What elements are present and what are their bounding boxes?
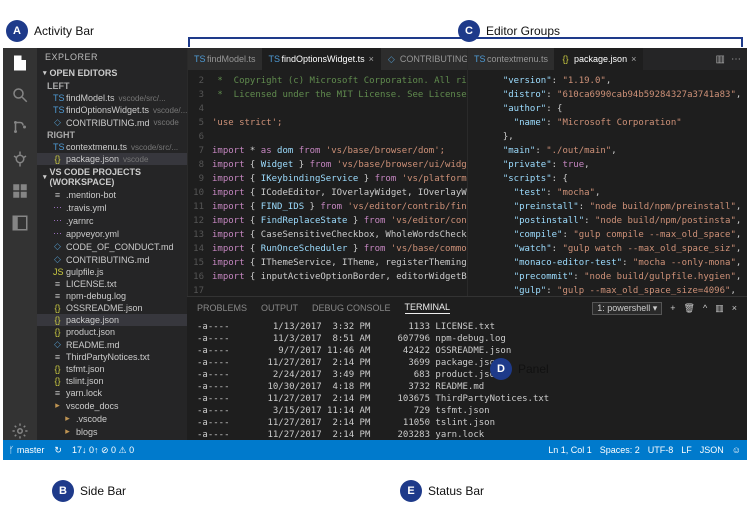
status-spaces[interactable]: Spaces: 2 [600, 445, 640, 455]
new-terminal-icon[interactable]: + [670, 303, 675, 313]
status-branch[interactable]: ᚶ master [9, 445, 44, 455]
sidebar-item[interactable]: ≡.mention-bot [37, 189, 187, 201]
sidebar-item[interactable]: ≡LICENSE.txt [37, 278, 187, 290]
callout-A: A Activity Bar [6, 20, 94, 42]
panel-close-icon[interactable]: × [732, 303, 737, 313]
terminal-output[interactable]: -a---- 1/13/2017 3:32 PM 1133 LICENSE.tx… [187, 319, 747, 440]
status-eol[interactable]: LF [681, 445, 692, 455]
sidebar-item[interactable]: ◇CONTRIBUTING.md vscode [37, 116, 187, 129]
kill-terminal-icon[interactable]: 🗑 [684, 303, 695, 314]
panel: PROBLEMS OUTPUT DEBUG CONSOLE TERMINAL 1: p… [187, 296, 747, 440]
main-area: EXPLORER OPEN EDITORS LEFT TSfindModel.t… [3, 48, 747, 440]
files-icon[interactable] [11, 54, 29, 72]
editor-tab[interactable]: TScontextmenu.ts [468, 48, 555, 70]
panel-tab[interactable]: OUTPUT [261, 303, 298, 313]
sidebar-item[interactable]: TSfindModel.ts vscode/src/... [37, 92, 187, 104]
status-enc[interactable]: UTF-8 [648, 445, 674, 455]
status-line[interactable]: Ln 1, Col 1 [548, 445, 592, 455]
callout-C: C Editor Groups [458, 20, 560, 42]
editor-tab[interactable]: TSfindModel.ts [188, 48, 263, 70]
sidebar-item[interactable]: ▸blogs [37, 425, 187, 438]
sidebar-item[interactable]: {}OSSREADME.json [37, 302, 187, 314]
sidebar-item[interactable]: ⋯.travis.yml [37, 201, 187, 214]
gear-icon[interactable] [11, 422, 29, 440]
editor-area: TSfindModel.tsTSfindOptionsWidget.ts×◇CO… [187, 48, 747, 440]
sidebar-item[interactable]: TSfindOptionsWidget.ts vscode/... [37, 104, 187, 116]
callout-B: B Side Bar [52, 480, 126, 502]
status-bar: ᚶ master ↻ 17↓ 0↑ ⊘ 0 ⚠ 0 Ln 1, Col 1 Sp… [3, 440, 747, 460]
panel-tabs: PROBLEMS OUTPUT DEBUG CONSOLE TERMINAL 1: p… [187, 297, 747, 319]
sidebar-title: EXPLORER [37, 48, 187, 66]
tab-overflow-icon[interactable]: ⋯ [731, 54, 741, 65]
tabs-right: TScontextmenu.ts{}package.json× ▥ ⋯ [468, 48, 747, 70]
callout-C-label: Editor Groups [486, 24, 560, 38]
sidebar-item[interactable]: ◇README.md [37, 338, 187, 351]
sidebar-item[interactable]: {}package.json [37, 314, 187, 326]
callout-D-label: Panel [518, 362, 549, 376]
sidebar-item[interactable]: ≡ThirdPartyNotices.txt [37, 351, 187, 363]
workspace-section[interactable]: VS CODE PROJECTS (WORKSPACE) [37, 165, 187, 189]
code-editor-left[interactable]: 2 3 4 5 6 7 8 9 10 11 12 13 14 15 16 17 … [188, 70, 467, 296]
close-icon[interactable]: × [631, 54, 636, 64]
editor-tab[interactable]: ◇CONTRIBUTING.md [381, 48, 467, 70]
panel-tab[interactable]: PROBLEMS [197, 303, 247, 313]
editor-group-right: TScontextmenu.ts{}package.json× ▥ ⋯ "versi… [467, 48, 747, 296]
sidebar-item[interactable]: ⋯.yarnrc [37, 214, 187, 227]
status-smile[interactable]: ☺ [732, 445, 741, 455]
callout-B-label: Side Bar [80, 484, 126, 498]
callout-A-label: Activity Bar [34, 24, 94, 38]
search-icon[interactable] [11, 86, 29, 104]
panel-tab[interactable]: TERMINAL [405, 302, 451, 314]
sidebar-item[interactable]: {}tslint.json [37, 375, 187, 387]
status-problems[interactable]: 17↓ 0↑ ⊘ 0 ⚠ 0 [72, 445, 134, 456]
status-sync[interactable]: ↻ [54, 445, 62, 456]
editor-tab[interactable]: TSfindOptionsWidget.ts× [263, 48, 381, 70]
panel-split-icon[interactable]: ▥ [715, 303, 724, 314]
side-bar: EXPLORER OPEN EDITORS LEFT TSfindModel.t… [37, 48, 187, 440]
panel-tab[interactable]: DEBUG CONSOLE [312, 303, 391, 313]
sidebar-item[interactable]: {}package.json vscode [37, 153, 187, 165]
open-editors-left: LEFT [37, 80, 187, 92]
sidebar-item[interactable]: ◇CONTRIBUTING.md [37, 253, 187, 266]
tabs-left: TSfindModel.tsTSfindOptionsWidget.ts×◇CO… [188, 48, 467, 70]
editor-tab[interactable]: {}package.json× [555, 48, 643, 70]
sidebar-item[interactable]: ≡npm-debug.log [37, 290, 187, 302]
sidebar-item[interactable]: ◇CODE_OF_CONDUCT.md [37, 240, 187, 253]
callout-D: D Panel [490, 358, 549, 380]
sidebar-item[interactable]: ▸.vscode [37, 412, 187, 425]
sidebar-item[interactable]: ≡yarn.lock [37, 387, 187, 399]
close-icon[interactable]: × [369, 54, 374, 64]
sidebar-item[interactable]: TScontextmenu.ts vscode/src/... [37, 141, 187, 153]
editor-group-left: TSfindModel.tsTSfindOptionsWidget.ts×◇CO… [187, 48, 467, 296]
open-editors-right: RIGHT [37, 129, 187, 141]
code-editor-right[interactable]: "version": "1.19.0", "distro": "610ca699… [468, 70, 747, 296]
panel-up-icon[interactable]: ^ [703, 303, 707, 313]
sidebar-item[interactable]: ⋯appveyor.yml [37, 227, 187, 240]
sidebar-item[interactable]: {}tsfmt.json [37, 363, 187, 375]
git-icon[interactable] [11, 118, 29, 136]
terminal-selector[interactable]: 1: powershell ▾ [592, 302, 662, 315]
editor-groups: TSfindModel.tsTSfindOptionsWidget.ts×◇CO… [187, 48, 747, 296]
debug-icon[interactable] [11, 150, 29, 168]
sidebar-item[interactable]: {}product.json [37, 326, 187, 338]
split-icon[interactable]: ▥ [716, 54, 725, 65]
vscode-window: EXPLORER OPEN EDITORS LEFT TSfindModel.t… [3, 48, 747, 460]
callout-E-label: Status Bar [428, 484, 484, 498]
extensions-icon[interactable] [11, 182, 29, 200]
status-lang[interactable]: JSON [700, 445, 724, 455]
sidebar-item[interactable]: ▸vscode_docs [37, 399, 187, 412]
open-editors-section[interactable]: OPEN EDITORS [37, 66, 187, 80]
custom-view-icon[interactable] [11, 214, 29, 232]
activity-bar [3, 48, 37, 440]
sidebar-item[interactable]: JSgulpfile.js [37, 266, 187, 278]
callout-E: E Status Bar [400, 480, 484, 502]
